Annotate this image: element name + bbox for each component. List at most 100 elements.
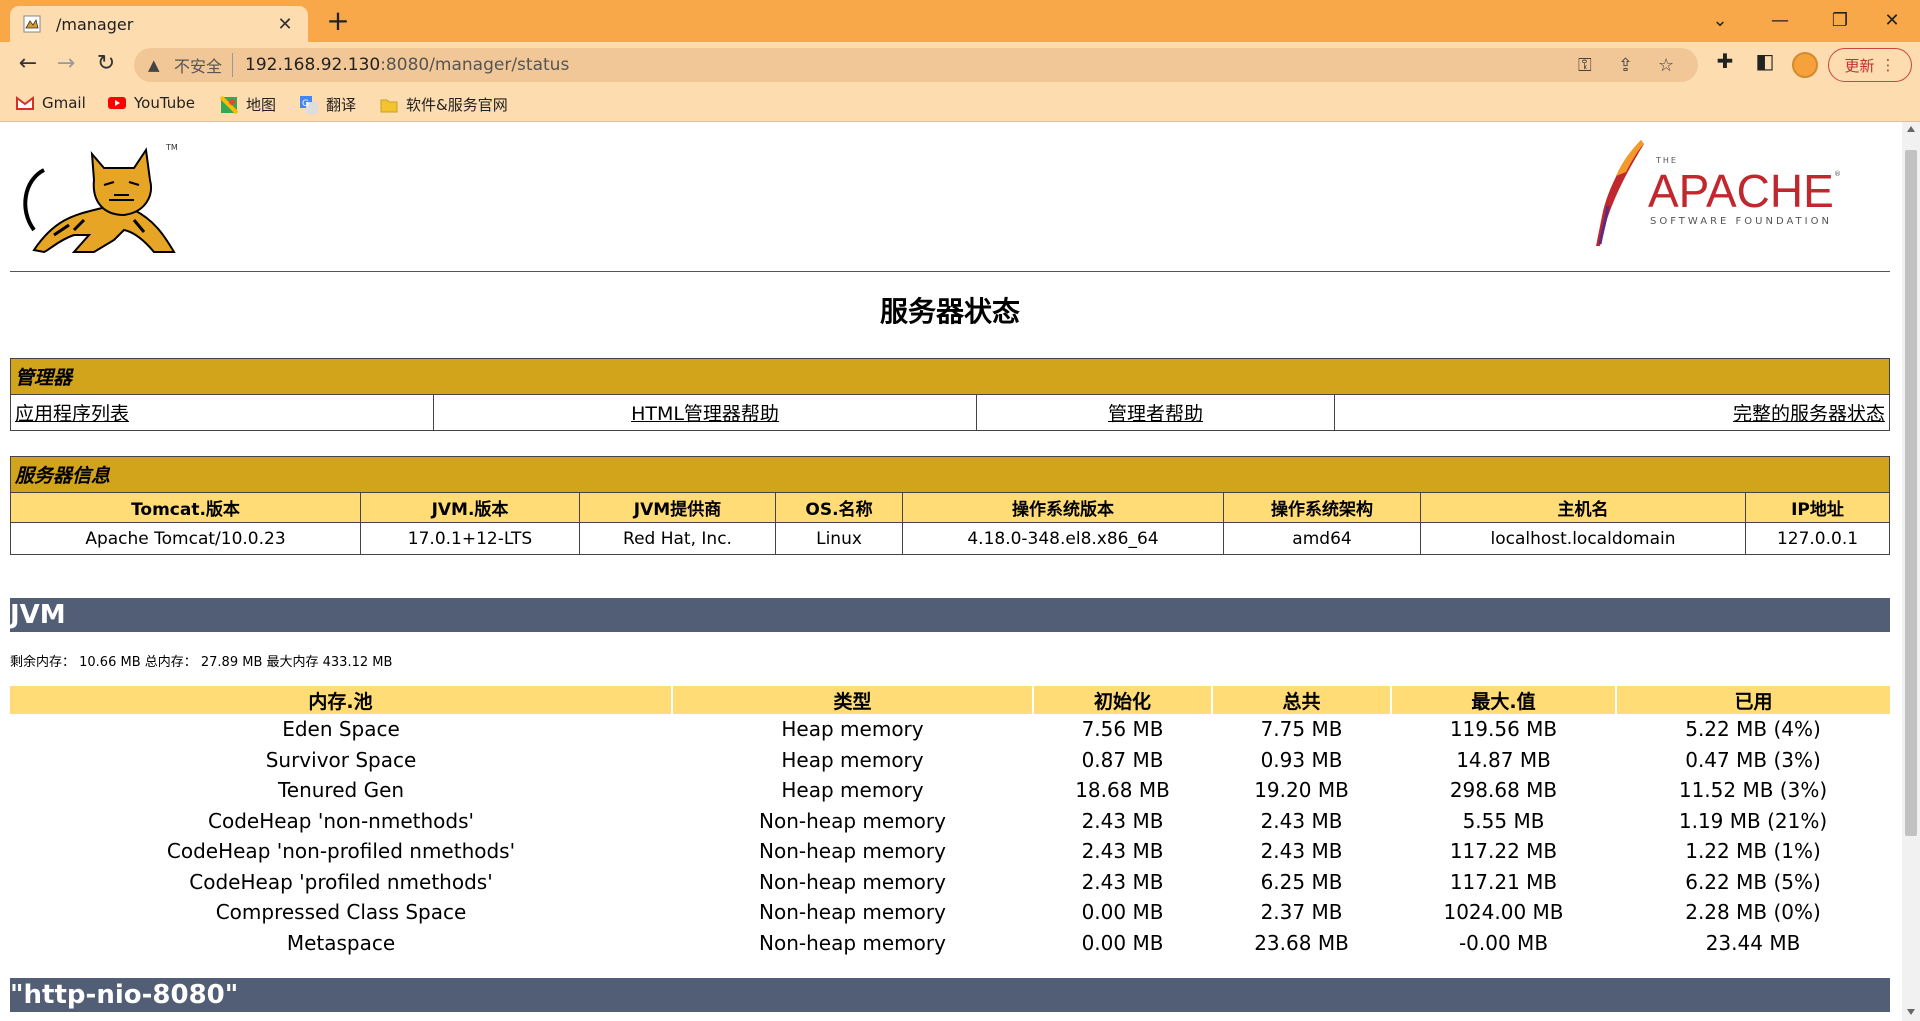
manager-heading: 管理器: [10, 358, 1890, 395]
pool-max: -0.00 MB: [1458, 930, 1549, 955]
forward-button[interactable]: →: [50, 48, 82, 80]
pool-total: 6.25 MB: [1260, 869, 1343, 894]
pool-used: 23.44 MB: [1705, 930, 1801, 955]
memory-pool-row: Compressed Class Space Non-heap memory 0.0…: [10, 897, 1890, 928]
tab-search-icon[interactable]: ⌄: [1700, 6, 1740, 36]
memory-pool-header-row: 内存.池 类型 初始化 总共 最大.值 已用: [10, 686, 1890, 714]
pool-max: 117.21 MB: [1449, 869, 1558, 894]
page-scrollbar[interactable]: [1902, 122, 1920, 1021]
os-name: Linux: [775, 522, 903, 555]
manager-table: 管理器 应用程序列表 HTML管理器帮助 管理者帮助 完整的服务器状态: [10, 358, 1890, 431]
bookmark-maps[interactable]: 地图: [220, 94, 276, 115]
pool-name: CodeHeap 'profiled nmethods': [189, 869, 493, 894]
jvm-version: 17.0.1+12-LTS: [360, 522, 580, 555]
scroll-down-arrow-icon[interactable]: [1907, 1009, 1915, 1015]
column-header: 总共: [1212, 686, 1392, 714]
warning-triangle-icon[interactable]: ▲: [148, 56, 160, 74]
update-button[interactable]: 更新 ⋮: [1828, 48, 1912, 82]
header-divider: [10, 271, 1890, 272]
key-icon[interactable]: ⚿: [1578, 55, 1592, 76]
column-header: 最大.值: [1391, 686, 1617, 714]
bookmark-star-icon[interactable]: ☆: [1658, 55, 1674, 76]
connector-heading: "http-nio-8080": [10, 978, 1890, 1012]
svg-text:TM: TM: [165, 143, 178, 152]
column-header: 内存.池: [10, 686, 673, 714]
tomcat-favicon-icon: [22, 14, 42, 34]
column-header: JVM.版本: [360, 492, 580, 523]
bookmark-translate[interactable]: G 翻译: [300, 94, 356, 115]
pool-used: 5.22 MB (4%): [1685, 717, 1821, 742]
reload-button[interactable]: ↻: [90, 48, 122, 80]
restore-button[interactable]: ❐: [1820, 6, 1860, 36]
column-header: JVM提供商: [579, 492, 776, 523]
address-bar[interactable]: ▲ 不安全 192.168.92.130:8080/manager/status…: [134, 48, 1698, 82]
apache-logo: THE APACHE ® SOFTWARE FOUNDATION: [1586, 136, 1846, 250]
pool-name: CodeHeap 'non-profiled nmethods': [166, 839, 516, 864]
server-info-table: 服务器信息 Tomcat.版本 JVM.版本 JVM提供商 OS.名称 操作系统…: [10, 456, 1890, 555]
browser-tab[interactable]: /manager ✕: [10, 6, 308, 42]
new-tab-button[interactable]: +: [322, 6, 354, 36]
link-manager-help[interactable]: 管理者帮助: [976, 394, 1335, 431]
server-info-value-row: Apache Tomcat/10.0.23 17.0.1+12-LTS Red …: [10, 522, 1890, 555]
bookmark-folder[interactable]: 软件&服务官网: [380, 94, 508, 115]
bookmarks-bar: Gmail YouTube 地图 G 翻译 软件&服务官网: [0, 86, 1920, 122]
memory-pool-row: CodeHeap 'non-profiled nmethods' Non-heap…: [10, 836, 1890, 867]
bookmark-label: 地图: [246, 96, 277, 114]
extensions-icon[interactable]: ✚: [1712, 48, 1738, 74]
share-icon[interactable]: ⇪: [1618, 55, 1633, 76]
link-complete-server-status[interactable]: 完整的服务器状态: [1334, 394, 1890, 431]
minimize-button[interactable]: —: [1760, 6, 1800, 36]
jvm-heading: JVM: [10, 598, 1890, 632]
pool-total: 19.20 MB: [1254, 778, 1349, 803]
memory-pool-row: CodeHeap 'non-nmethods' Non-heap memory 2.…: [10, 806, 1890, 837]
pool-type: Heap memory: [781, 717, 924, 742]
bookmark-label: YouTube: [134, 94, 195, 112]
maps-icon: [220, 95, 238, 114]
os-version: 4.18.0-348.el8.x86_64: [902, 522, 1224, 555]
back-button[interactable]: ←: [12, 48, 44, 80]
pool-type: Non-heap memory: [759, 900, 946, 925]
pool-name: Compressed Class Space: [215, 900, 467, 925]
more-menu-icon: ⋮: [1880, 56, 1896, 74]
apache-wordmark: APACHE: [1648, 165, 1834, 217]
browser-tab-strip: /manager ✕ + ⌄ — ❐ ✕: [0, 0, 1920, 42]
memory-pool-table: 内存.池 类型 初始化 总共 最大.值 已用 Eden Space Heap me…: [10, 686, 1890, 958]
pool-type: Non-heap memory: [759, 869, 946, 894]
column-header: 操作系统架构: [1223, 492, 1421, 523]
ip-address: 127.0.0.1: [1745, 522, 1890, 555]
insecure-label[interactable]: 不安全: [174, 53, 234, 77]
pool-type: Non-heap memory: [759, 839, 946, 864]
server-info-heading: 服务器信息: [10, 456, 1890, 493]
bookmark-youtube[interactable]: YouTube: [108, 94, 195, 112]
scroll-up-arrow-icon[interactable]: [1907, 126, 1915, 132]
page-title: 服务器状态: [879, 295, 1020, 328]
pool-max: 5.55 MB: [1462, 808, 1545, 833]
close-window-button[interactable]: ✕: [1872, 6, 1912, 36]
pool-used: 2.28 MB (0%): [1685, 900, 1821, 925]
pool-used: 6.22 MB (5%): [1685, 869, 1821, 894]
column-header: Tomcat.版本: [10, 492, 361, 523]
apache-trademark: ®: [1834, 170, 1841, 178]
url-host: 192.168.92.130: [245, 55, 381, 75]
profile-avatar-icon[interactable]: [1792, 52, 1818, 78]
link-app-list[interactable]: 应用程序列表: [10, 394, 434, 431]
bookmark-gmail[interactable]: Gmail: [16, 94, 86, 112]
pool-max: 14.87 MB: [1456, 747, 1551, 772]
tab-close-icon[interactable]: ✕: [274, 14, 296, 35]
column-header: OS.名称: [775, 492, 903, 523]
pool-initial: 0.87 MB: [1081, 747, 1164, 772]
pool-used: 1.19 MB (21%): [1678, 808, 1828, 833]
scroll-thumb[interactable]: [1905, 150, 1917, 836]
side-panel-icon[interactable]: ◧: [1752, 48, 1778, 74]
column-header: 已用: [1616, 686, 1890, 714]
link-html-manager-help[interactable]: HTML管理器帮助: [433, 394, 977, 431]
youtube-icon: [108, 97, 126, 109]
pool-max: 119.56 MB: [1449, 717, 1558, 742]
pool-total: 2.43 MB: [1260, 839, 1343, 864]
pool-max: 117.22 MB: [1449, 839, 1558, 864]
pool-type: Non-heap memory: [759, 930, 946, 955]
pool-initial: 18.68 MB: [1075, 778, 1170, 803]
svg-text:G: G: [302, 99, 309, 109]
pool-initial: 2.43 MB: [1081, 869, 1164, 894]
pool-total: 2.43 MB: [1260, 808, 1343, 833]
